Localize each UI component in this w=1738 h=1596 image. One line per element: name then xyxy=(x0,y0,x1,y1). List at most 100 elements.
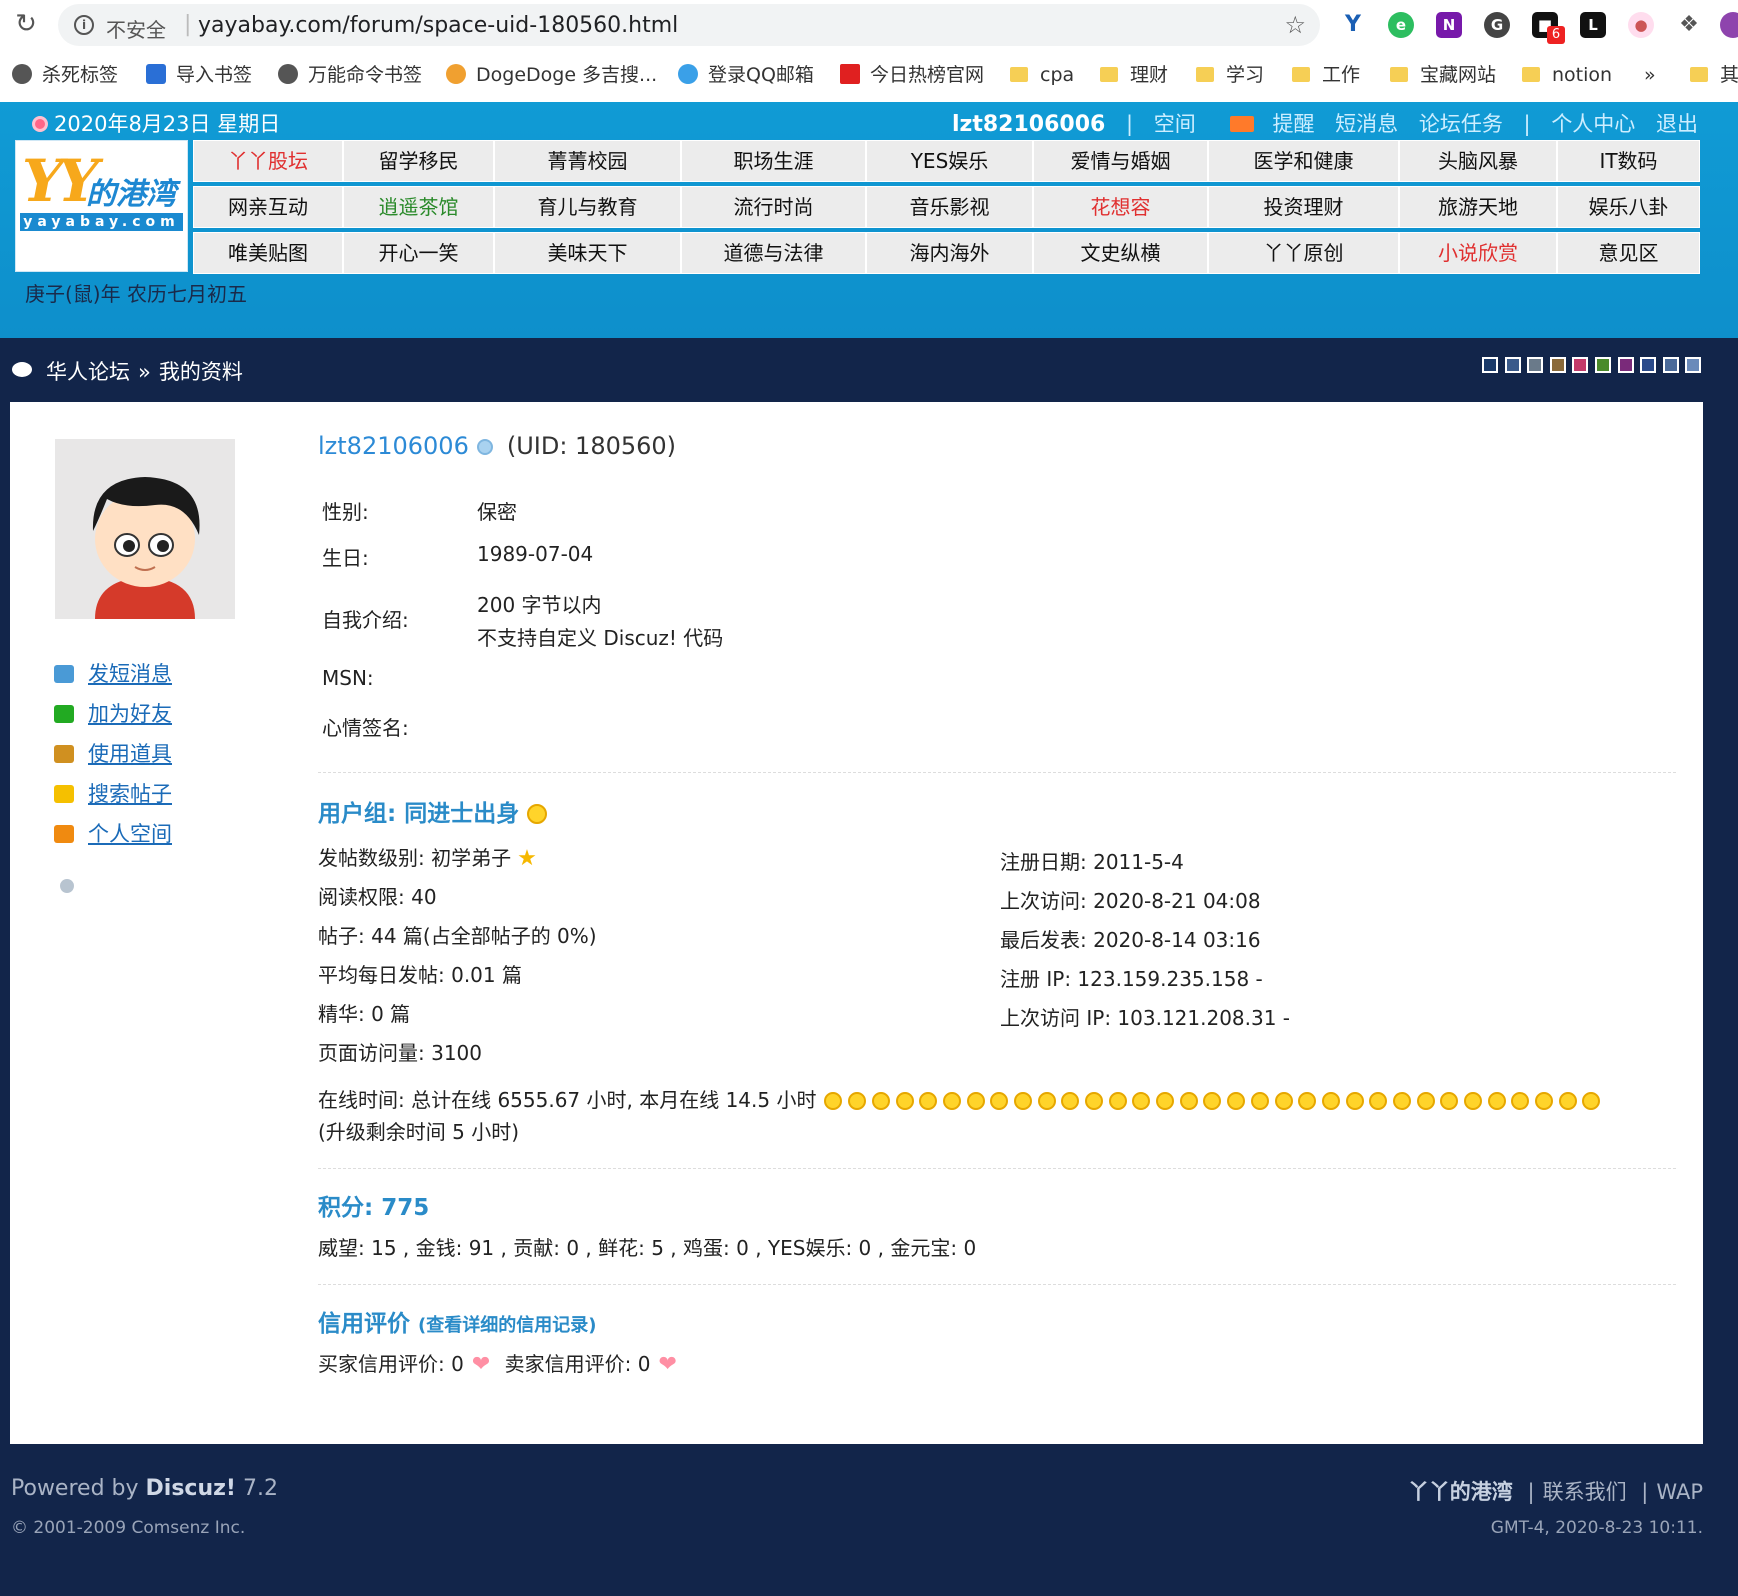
profile-avatar-icon[interactable] xyxy=(1720,12,1738,38)
wap-link[interactable]: WAP xyxy=(1656,1480,1703,1504)
l-extension-icon[interactable]: L xyxy=(1580,12,1606,38)
category-link[interactable]: 旅游天地 xyxy=(1399,186,1557,228)
bookmark-item[interactable]: 万能命令书签 xyxy=(278,62,422,88)
category-link[interactable]: 逍遥茶馆 xyxy=(343,186,494,228)
address-bar[interactable]: i 不安全 | yayabay.com/forum/space-uid-1805… xyxy=(58,4,1320,46)
category-link[interactable]: 丫丫原创 xyxy=(1208,232,1399,274)
sidebar-action-link[interactable]: 发短消息 xyxy=(88,662,172,686)
owl-extension-icon[interactable]: ● xyxy=(1628,12,1654,38)
sidebar-action-link[interactable]: 加为好友 xyxy=(88,702,172,726)
profile-username[interactable]: lzt82106006 xyxy=(318,432,469,460)
category-link[interactable]: 意见区 xyxy=(1557,232,1700,274)
space-link[interactable]: 空间 xyxy=(1154,112,1196,136)
theme-swatch[interactable] xyxy=(1685,357,1702,373)
bookmark-star-icon[interactable]: ☆ xyxy=(1284,11,1306,39)
category-link[interactable]: 开心一笑 xyxy=(343,232,494,274)
bookmark-folder[interactable]: 宝藏网站 xyxy=(1390,62,1496,88)
category-link[interactable]: 娱乐八卦 xyxy=(1557,186,1700,228)
toolbar-divider: | xyxy=(1523,112,1531,136)
theme-swatch[interactable] xyxy=(1527,357,1544,373)
section-divider xyxy=(318,1284,1676,1285)
bookmark-folder[interactable]: 其 xyxy=(1690,62,1738,88)
sidebar-action-link[interactable]: 搜索帖子 xyxy=(88,782,172,806)
site-logo[interactable]: YY 的港湾 yayabay.com xyxy=(15,140,188,272)
sidebar-action[interactable]: 发短消息 xyxy=(54,658,172,688)
pm-link[interactable]: 短消息 xyxy=(1335,112,1398,136)
bookmark-folder[interactable]: cpa xyxy=(1010,62,1074,88)
category-link[interactable]: 育儿与教育 xyxy=(494,186,681,228)
sidebar-action-link[interactable]: 个人空间 xyxy=(88,822,172,846)
sidebar-action[interactable]: 个人空间 xyxy=(54,818,172,848)
sidebar-action[interactable]: 加为好友 xyxy=(54,698,172,728)
onenote-icon[interactable]: N xyxy=(1436,12,1462,38)
credits-title: 积分: 775 xyxy=(318,1195,430,1221)
category-link[interactable]: 流行时尚 xyxy=(681,186,866,228)
category-link[interactable]: 菁菁校园 xyxy=(494,140,681,182)
online-smiley-icon xyxy=(1013,1092,1032,1110)
powered-brand-link[interactable]: Discuz! xyxy=(146,1476,236,1501)
theme-swatch[interactable] xyxy=(1662,357,1679,373)
sidebar-action-link[interactable]: 使用道具 xyxy=(88,742,172,766)
category-link[interactable]: 丫丫股坛 xyxy=(193,140,343,182)
contact-link[interactable]: 联系我们 xyxy=(1543,1480,1627,1504)
url-text[interactable]: yayabay.com/forum/space-uid-180560.html xyxy=(198,13,678,38)
y-extension-icon[interactable]: Y xyxy=(1340,12,1366,38)
category-link[interactable]: 医学和健康 xyxy=(1208,140,1399,182)
category-link[interactable]: 海内海外 xyxy=(866,232,1033,274)
online-smiley-icon xyxy=(990,1092,1009,1110)
theme-swatch[interactable] xyxy=(1549,357,1566,373)
logout-link[interactable]: 退出 xyxy=(1656,112,1698,136)
category-link[interactable]: 唯美贴图 xyxy=(193,232,343,274)
category-link[interactable]: 爱情与婚姻 xyxy=(1033,140,1208,182)
category-link[interactable]: 花想容 xyxy=(1033,186,1208,228)
bookmark-folder[interactable]: 理财 xyxy=(1100,62,1168,88)
logo-chinese-name: 的港湾 xyxy=(86,177,176,212)
g-extension-icon[interactable]: G xyxy=(1484,12,1510,38)
category-link[interactable]: 美味天下 xyxy=(494,232,681,274)
category-link[interactable]: 文史纵横 xyxy=(1033,232,1208,274)
theme-swatch[interactable] xyxy=(1595,357,1611,373)
sidebar-action[interactable]: 搜索帖子 xyxy=(54,778,172,808)
reload-icon[interactable]: ↻ xyxy=(10,8,42,40)
bookmarks-overflow-button[interactable]: » xyxy=(1644,62,1656,88)
footer-brand-link[interactable]: 丫丫的港湾 xyxy=(1408,1480,1513,1504)
bookmark-folder[interactable]: 学习 xyxy=(1196,62,1264,88)
category-link[interactable]: 头脑风暴 xyxy=(1399,140,1557,182)
theme-swatch[interactable] xyxy=(1572,357,1589,373)
tasks-link[interactable]: 论坛任务 xyxy=(1419,112,1503,136)
bookmark-item[interactable]: 登录QQ邮箱 xyxy=(678,62,814,88)
online-smiley-icon xyxy=(1392,1092,1411,1110)
breadcrumb-home-link[interactable]: 华人论坛 xyxy=(46,360,130,384)
bookmark-item[interactable]: DogeDoge 多吉搜... xyxy=(446,62,657,88)
info-icon[interactable]: i xyxy=(74,15,94,35)
category-link[interactable]: 小说欣赏 xyxy=(1399,232,1557,274)
theme-swatch[interactable] xyxy=(1617,357,1634,373)
theme-swatch[interactable] xyxy=(1504,357,1521,373)
folder-icon xyxy=(1010,67,1028,82)
category-link[interactable]: 留学移民 xyxy=(343,140,494,182)
category-link[interactable]: 投资理财 xyxy=(1208,186,1399,228)
category-link[interactable]: YES娱乐 xyxy=(866,140,1033,182)
field-value-line2: 不支持自定义 Discuz! 代码 xyxy=(477,626,724,650)
remind-link[interactable]: 提醒 xyxy=(1216,112,1314,136)
credit-detail-link[interactable]: (查看详细的信用记录) xyxy=(418,1315,596,1336)
footer-links: 丫丫的港湾 | 联系我们 | WAP xyxy=(1408,1476,1703,1506)
bookmark-item[interactable]: 导入书签 xyxy=(146,62,252,88)
bookmark-folder[interactable]: 工作 xyxy=(1292,62,1360,88)
category-link[interactable]: 道德与法律 xyxy=(681,232,866,274)
username-link[interactable]: lzt82106006 xyxy=(952,112,1105,137)
puzzle-extensions-icon[interactable]: ❖ xyxy=(1676,12,1702,38)
theme-swatch[interactable] xyxy=(1482,357,1498,373)
evernote-icon[interactable]: e xyxy=(1388,12,1414,38)
category-link[interactable]: 音乐影视 xyxy=(866,186,1033,228)
sidebar-action[interactable]: 使用道具 xyxy=(54,738,172,768)
bookmark-item[interactable]: 杀死标签 xyxy=(12,62,118,88)
category-link[interactable]: 网亲互动 xyxy=(193,186,343,228)
usercenter-link[interactable]: 个人中心 xyxy=(1551,112,1635,136)
category-link[interactable]: IT数码 xyxy=(1557,140,1700,182)
bookmark-item[interactable]: 今日热榜官网 xyxy=(840,62,984,88)
profile-uid: (UID: 180560) xyxy=(506,432,677,460)
theme-swatch[interactable] xyxy=(1640,357,1657,373)
category-link[interactable]: 职场生涯 xyxy=(681,140,866,182)
bookmark-folder[interactable]: notion xyxy=(1522,62,1612,88)
